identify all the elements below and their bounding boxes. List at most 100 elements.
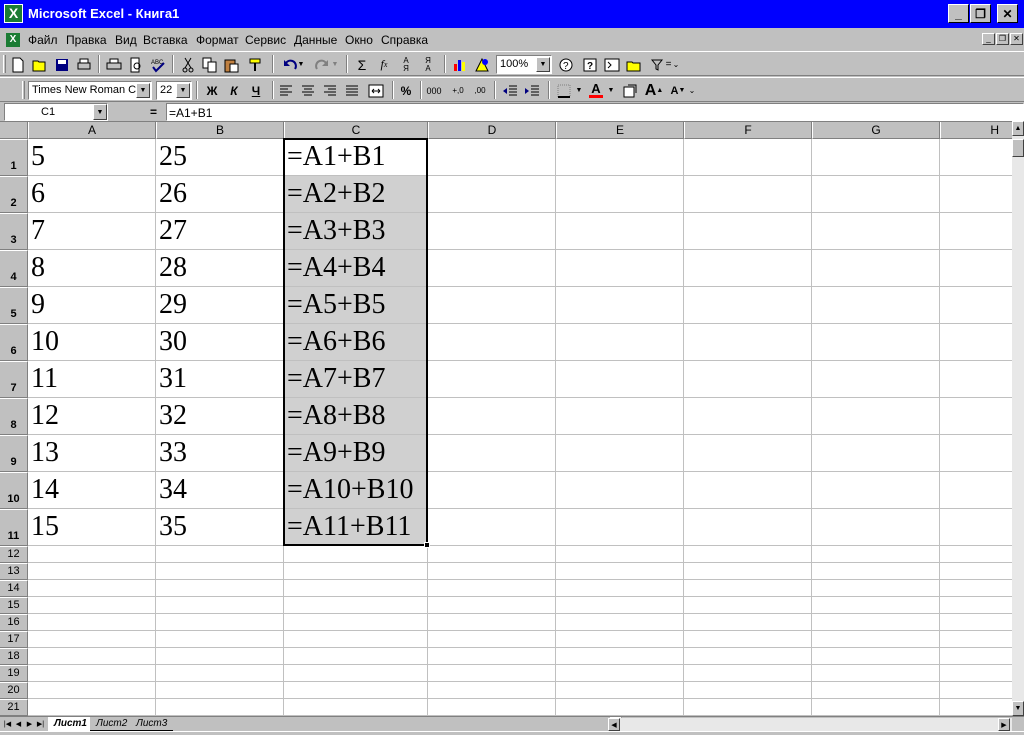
cut-icon[interactable] xyxy=(178,55,198,74)
row-header-4[interactable]: 4 xyxy=(0,250,28,287)
preview-icon[interactable] xyxy=(126,55,146,74)
cell-g19[interactable] xyxy=(812,665,940,682)
cell-h6[interactable] xyxy=(940,324,1012,361)
cell-a21[interactable] xyxy=(28,699,156,716)
justify-icon[interactable] xyxy=(342,81,362,100)
fill-handle[interactable] xyxy=(424,542,430,548)
row-header-15[interactable]: 15 xyxy=(0,597,28,614)
font-color-dropdown-icon[interactable]: ▼ xyxy=(606,81,616,100)
cell-g5[interactable] xyxy=(812,287,940,324)
cell-c1[interactable]: =A1+B1 xyxy=(284,139,428,176)
cell-e6[interactable] xyxy=(556,324,684,361)
cell-g21[interactable] xyxy=(812,699,940,716)
function-icon[interactable]: fx xyxy=(374,55,394,74)
zoom-dropdown-icon[interactable]: ▼ xyxy=(536,57,550,72)
cell-f9[interactable] xyxy=(684,435,812,472)
web-toolbar-icon[interactable] xyxy=(602,55,622,74)
cell-b19[interactable] xyxy=(156,665,284,682)
row-header-17[interactable]: 17 xyxy=(0,631,28,648)
prev-sheet-icon[interactable]: ◀ xyxy=(13,718,24,730)
cell-a6[interactable]: 10 xyxy=(28,324,156,361)
row-header-3[interactable]: 3 xyxy=(0,213,28,250)
cell-c4[interactable]: =A4+B4 xyxy=(284,250,428,287)
cell-g17[interactable] xyxy=(812,631,940,648)
cell-f10[interactable] xyxy=(684,472,812,509)
cell-d10[interactable] xyxy=(428,472,556,509)
cell-h2[interactable] xyxy=(940,176,1012,213)
menu-format[interactable]: Формат xyxy=(196,33,239,47)
cell-g8[interactable] xyxy=(812,398,940,435)
cell-f16[interactable] xyxy=(684,614,812,631)
help-icon[interactable]: ? xyxy=(580,55,600,74)
cell-f19[interactable] xyxy=(684,665,812,682)
toolbar-grip[interactable] xyxy=(3,55,6,73)
cell-h20[interactable] xyxy=(940,682,1012,699)
cell-g13[interactable] xyxy=(812,563,940,580)
cell-a2[interactable]: 6 xyxy=(28,176,156,213)
row-header-6[interactable]: 6 xyxy=(0,324,28,361)
cell-c7[interactable]: =A7+B7 xyxy=(284,361,428,398)
cell-a9[interactable]: 13 xyxy=(28,435,156,472)
cell-f8[interactable] xyxy=(684,398,812,435)
cell-c11[interactable]: =A11+B11 xyxy=(284,509,428,546)
cell-b16[interactable] xyxy=(156,614,284,631)
cell-g3[interactable] xyxy=(812,213,940,250)
cell-h17[interactable] xyxy=(940,631,1012,648)
menu-file[interactable]: Файл xyxy=(28,33,58,47)
cell-h12[interactable] xyxy=(940,546,1012,563)
cell-f17[interactable] xyxy=(684,631,812,648)
toolbar-grip[interactable] xyxy=(22,81,25,99)
cell-c8[interactable]: =A8+B8 xyxy=(284,398,428,435)
excel-icon[interactable]: X xyxy=(4,4,23,23)
autosum-icon[interactable]: Σ xyxy=(352,55,372,74)
cell-e14[interactable] xyxy=(556,580,684,597)
cell-g10[interactable] xyxy=(812,472,940,509)
cell-f21[interactable] xyxy=(684,699,812,716)
sort-ascending-icon[interactable]: АЯ xyxy=(396,55,416,74)
doc-close-button[interactable]: ✕ xyxy=(1010,33,1023,45)
sheet-tab-1[interactable]: Лист1 xyxy=(48,717,93,731)
row-header-1[interactable]: 1 xyxy=(0,139,28,176)
row-header-21[interactable]: 21 xyxy=(0,699,28,716)
cell-d9[interactable] xyxy=(428,435,556,472)
menu-view[interactable]: Вид xyxy=(115,33,137,47)
paste-icon[interactable] xyxy=(222,55,242,74)
italic-button[interactable]: К xyxy=(224,81,244,100)
cell-b17[interactable] xyxy=(156,631,284,648)
cell-a20[interactable] xyxy=(28,682,156,699)
cell-b20[interactable] xyxy=(156,682,284,699)
underline-button[interactable]: Ч xyxy=(246,81,266,100)
cell-e7[interactable] xyxy=(556,361,684,398)
cell-h1[interactable] xyxy=(940,139,1012,176)
cell-c3[interactable]: =A3+B3 xyxy=(284,213,428,250)
cell-a1[interactable]: 5 xyxy=(28,139,156,176)
cell-h7[interactable] xyxy=(940,361,1012,398)
font-size-select[interactable]: 22 ▼ xyxy=(156,81,192,100)
maximize-button[interactable]: ❐ xyxy=(970,4,991,23)
toolbar-options-icon[interactable]: ⌄ xyxy=(688,81,696,100)
cell-b13[interactable] xyxy=(156,563,284,580)
cell-h5[interactable] xyxy=(940,287,1012,324)
cell-f18[interactable] xyxy=(684,648,812,665)
bold-button[interactable]: Ж xyxy=(202,81,222,100)
doc-restore-button[interactable]: ❐ xyxy=(996,33,1009,45)
scroll-left-icon[interactable]: ◀ xyxy=(608,718,620,731)
formula-input[interactable]: =A1+B1 xyxy=(166,103,1024,121)
cell-a8[interactable]: 12 xyxy=(28,398,156,435)
cell-g7[interactable] xyxy=(812,361,940,398)
scroll-down-icon[interactable]: ▼ xyxy=(1012,701,1024,716)
row-header-13[interactable]: 13 xyxy=(0,563,28,580)
cell-h16[interactable] xyxy=(940,614,1012,631)
cell-e11[interactable] xyxy=(556,509,684,546)
horizontal-scrollbar[interactable]: ◀ ▶ xyxy=(608,718,1012,731)
cell-h4[interactable] xyxy=(940,250,1012,287)
toolbar-options-icon[interactable]: ⌄ xyxy=(672,55,680,74)
copy-icon[interactable] xyxy=(200,55,220,74)
increase-indent-icon[interactable] xyxy=(522,81,542,100)
redo-dropdown-icon[interactable]: ▼ xyxy=(330,55,340,74)
cell-d3[interactable] xyxy=(428,213,556,250)
cell-c17[interactable] xyxy=(284,631,428,648)
row-header-8[interactable]: 8 xyxy=(0,398,28,435)
cell-e8[interactable] xyxy=(556,398,684,435)
cell-b12[interactable] xyxy=(156,546,284,563)
